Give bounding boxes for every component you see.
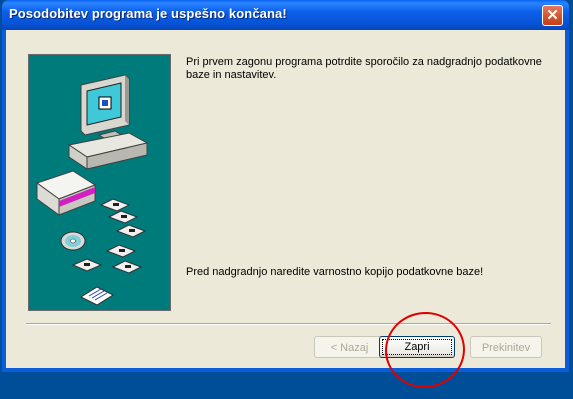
back-button[interactable]: < Nazaj <box>314 336 385 358</box>
installer-window: Posodobitev programa je uspešno končana!… <box>2 0 569 372</box>
close-icon: ✕ <box>546 7 559 24</box>
computer-disks-icon <box>35 74 149 306</box>
window-title: Posodobitev programa je uspešno končana! <box>9 6 287 21</box>
separator-line <box>26 323 551 325</box>
title-bar[interactable]: Posodobitev programa je uspešno končana!… <box>2 0 569 30</box>
backup-warning-text: Pred nadgradnjo naredite varnostno kopij… <box>186 266 484 278</box>
cancel-button[interactable]: Prekinitev <box>470 336 542 358</box>
dialog-body: Pri prvem zagonu programa potrdite sporo… <box>6 30 565 368</box>
close-button[interactable]: ✕ <box>542 5 563 26</box>
update-instruction-text: Pri prvem zagonu programa potrdite sporo… <box>186 56 542 81</box>
wizard-illustration <box>28 54 171 311</box>
